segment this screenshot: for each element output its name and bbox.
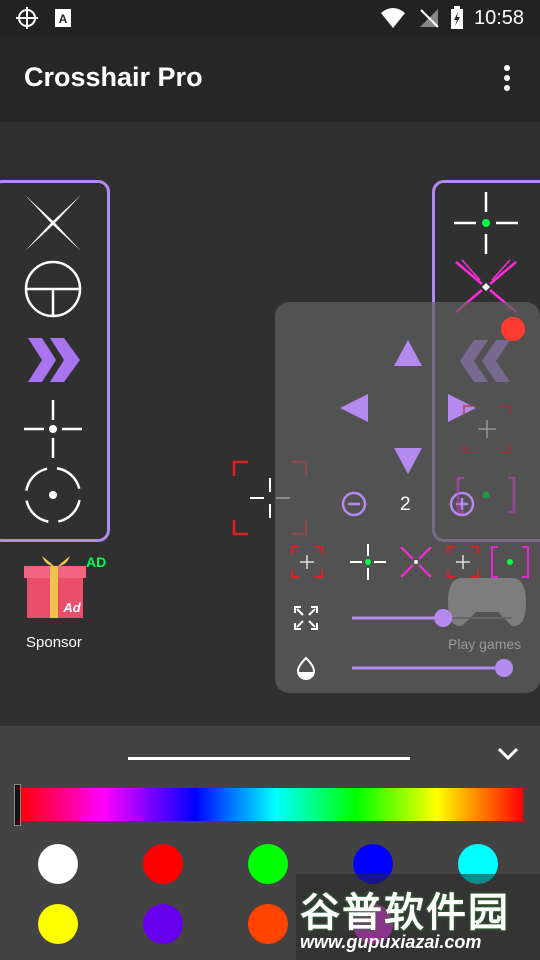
- color-swatch[interactable]: [248, 844, 288, 884]
- ad-badge: AD: [86, 554, 107, 570]
- more-vert-icon[interactable]: [500, 64, 514, 92]
- size-slider[interactable]: [352, 606, 518, 630]
- crosshair-x-cross[interactable]: [22, 192, 84, 254]
- crosshair-bracket-green-dot[interactable]: [456, 476, 516, 514]
- status-bar: A 10:58: [0, 0, 540, 36]
- gift-icon[interactable]: Ad: [22, 550, 88, 620]
- size-decrease-button[interactable]: [340, 490, 368, 518]
- gift-text: Ad: [62, 600, 81, 615]
- color-swatch[interactable]: [38, 904, 78, 944]
- color-swatch[interactable]: [143, 904, 183, 944]
- crosshair-scope-circle[interactable]: [22, 258, 84, 320]
- crosshair-red-bracket-small[interactable]: [462, 404, 512, 454]
- color-swatch[interactable]: [38, 844, 78, 884]
- play-games-watermark: Play games: [448, 636, 522, 652]
- crosshair-dot-cross[interactable]: [22, 398, 84, 460]
- drag-handle[interactable]: [128, 757, 410, 760]
- move-down-button[interactable]: [392, 446, 424, 476]
- watermark-cn-text: 谷普软件园: [300, 891, 510, 935]
- chevron-down-icon[interactable]: [496, 744, 520, 764]
- preset-green-dot-cross[interactable]: [348, 542, 388, 582]
- preset-magenta-x[interactable]: [398, 544, 434, 580]
- fullscreen-icon: [294, 606, 318, 630]
- color-swatch[interactable]: [248, 904, 288, 944]
- move-left-button[interactable]: [338, 392, 370, 424]
- crosshair-green-dot-cross[interactable]: [452, 190, 520, 256]
- wifi-icon: [381, 8, 405, 28]
- crosshair-chevrons-right[interactable]: [26, 336, 84, 384]
- crosshair-circle-dot[interactable]: [22, 464, 84, 526]
- color-swatch[interactable]: [143, 844, 183, 884]
- svg-text:A: A: [59, 12, 68, 26]
- move-up-button[interactable]: [392, 338, 424, 368]
- size-value: 2: [400, 494, 411, 515]
- font-a-notification-icon: A: [55, 9, 71, 27]
- opacity-icon: [296, 656, 316, 680]
- app-title: Crosshair Pro: [24, 62, 203, 92]
- battery-charging-icon: [451, 6, 463, 29]
- opacity-slider[interactable]: [352, 656, 518, 680]
- crosshair-chevrons-left[interactable]: [458, 338, 512, 384]
- no-signal-icon: [420, 9, 439, 28]
- watermark-url: www.gupuxiazai.com: [300, 932, 482, 952]
- preset-red-corner-cross[interactable]: [290, 545, 324, 579]
- notification-dot: [501, 317, 525, 341]
- sponsor-label[interactable]: Sponsor: [26, 634, 82, 651]
- clock: 10:58: [474, 7, 525, 29]
- hue-marker[interactable]: [14, 784, 21, 826]
- hue-spectrum-bar[interactable]: [18, 788, 523, 821]
- crosshair-notification-icon: [16, 7, 38, 29]
